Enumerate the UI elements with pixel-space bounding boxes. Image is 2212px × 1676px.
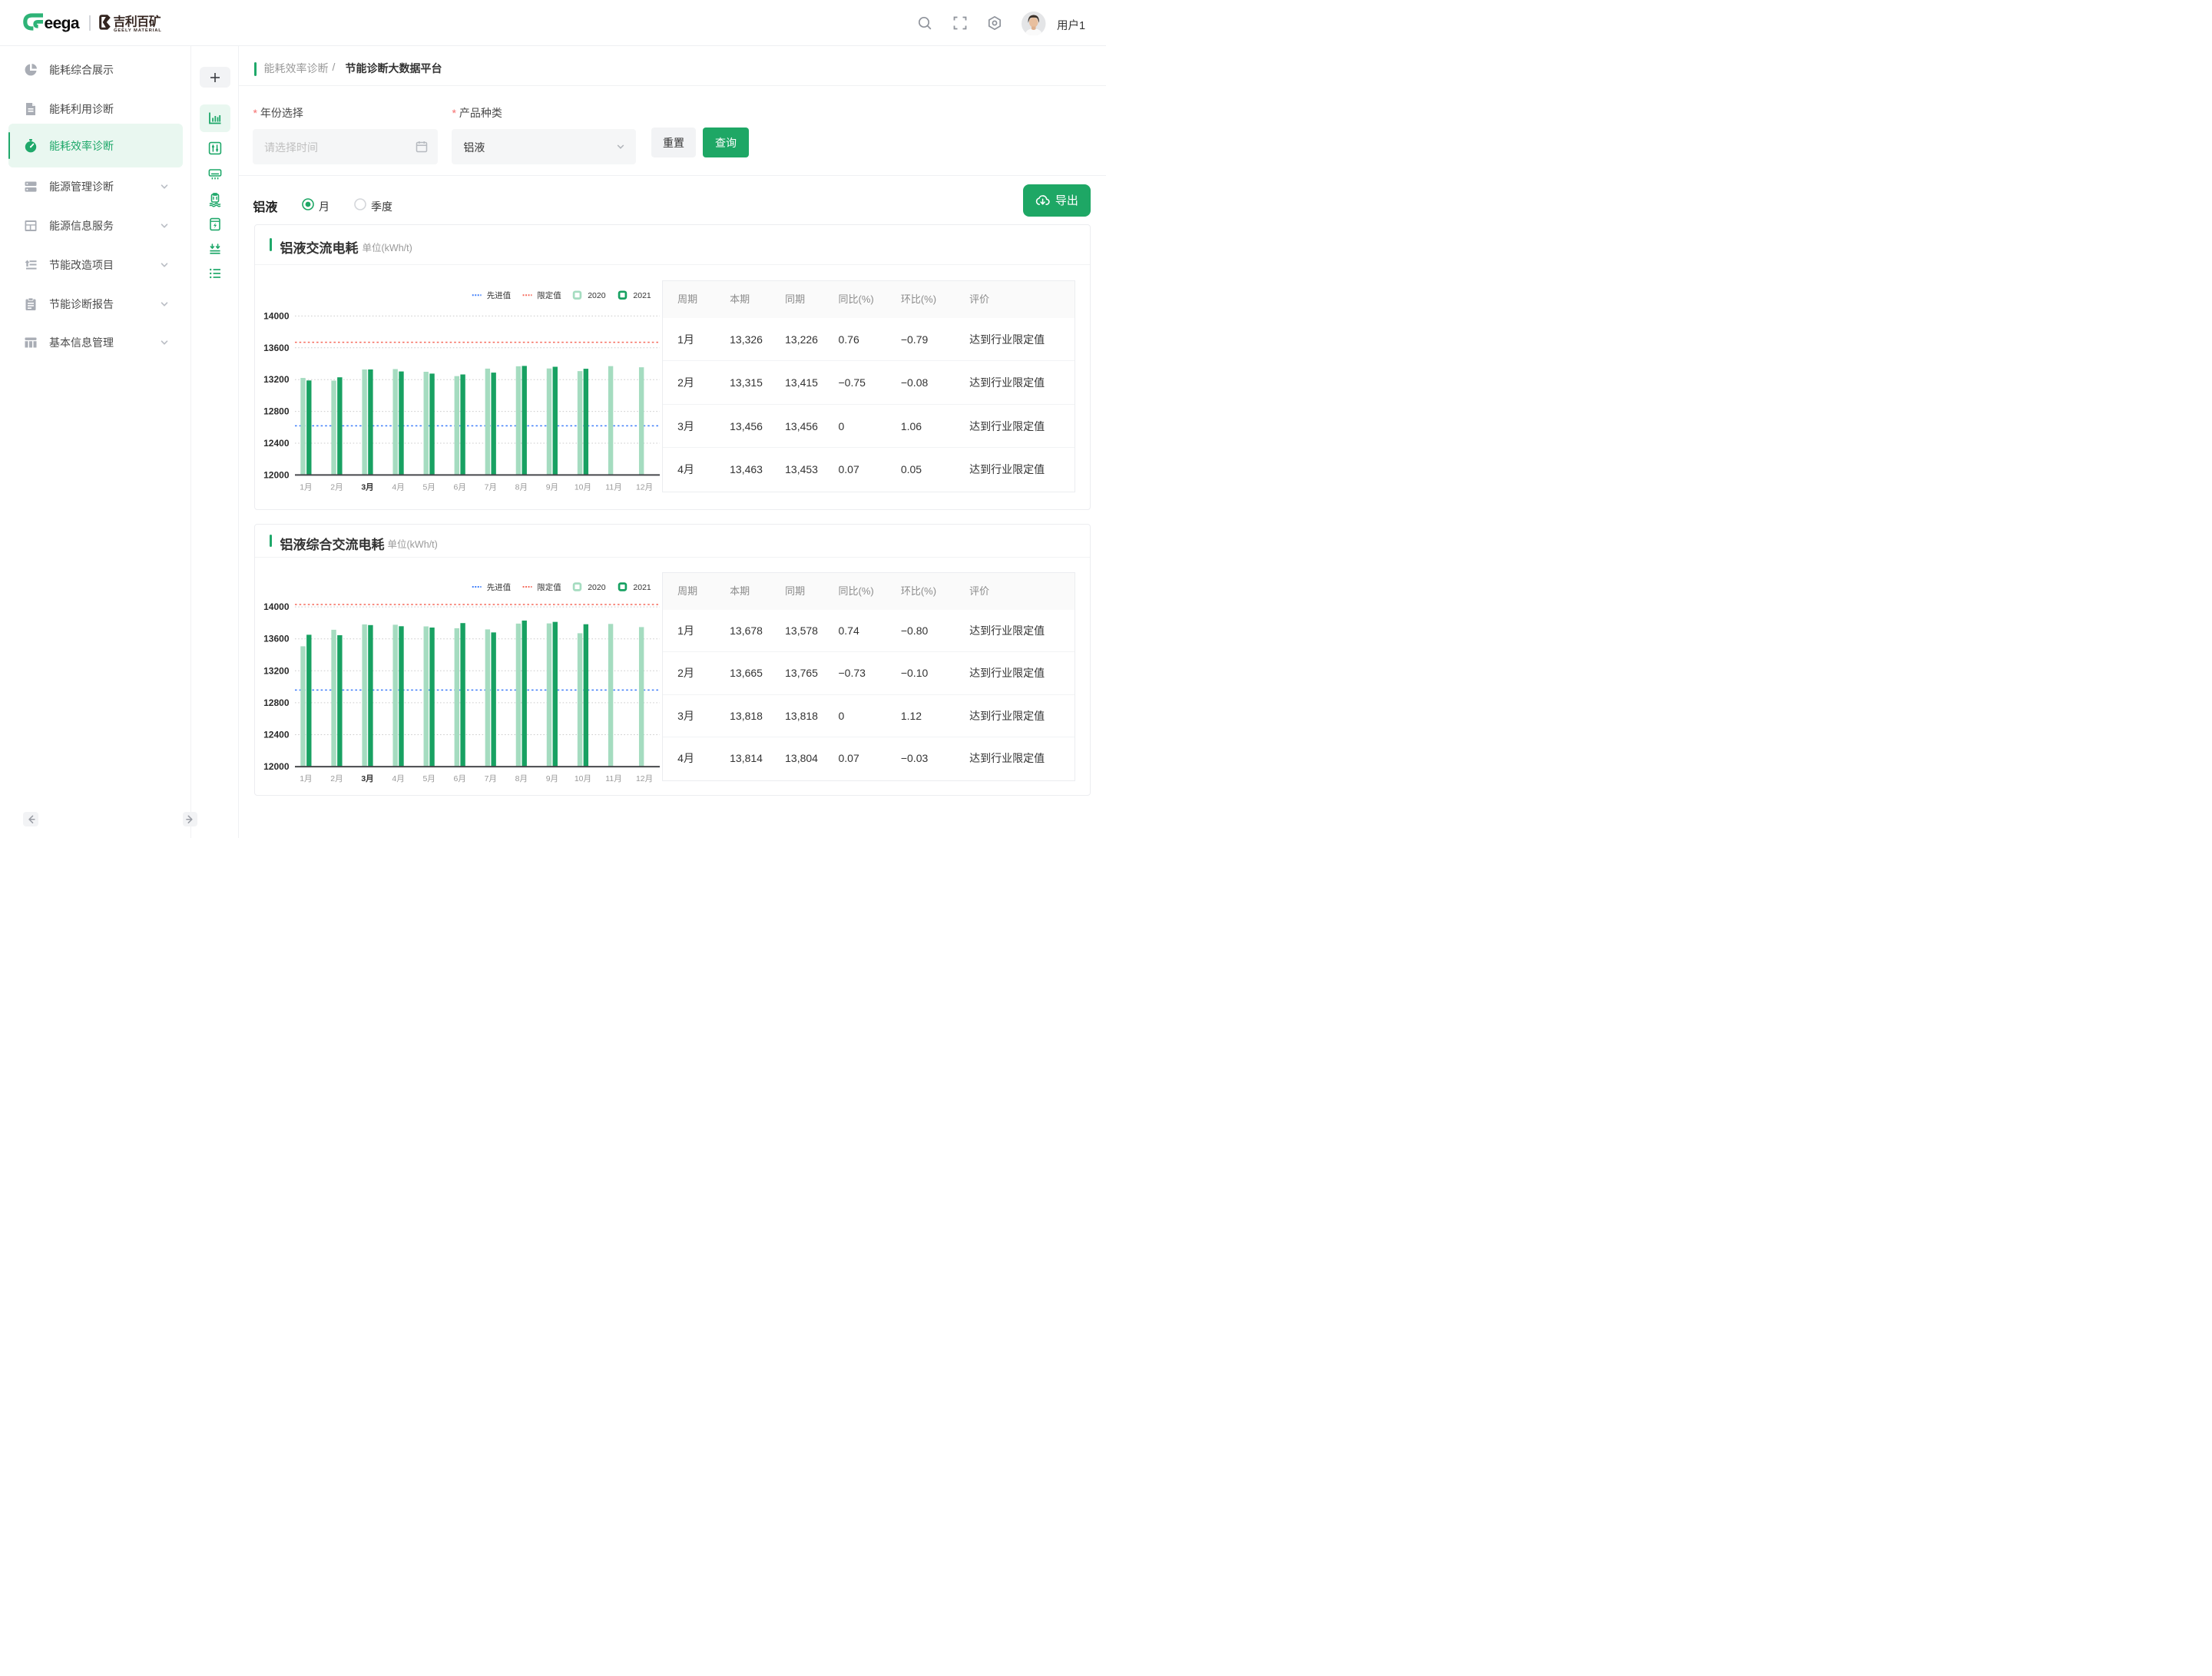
svg-text:2月: 2月	[330, 483, 343, 492]
svg-text:4月: 4月	[392, 774, 404, 783]
svg-text:9月: 9月	[545, 774, 558, 783]
svg-text:限定值: 限定值	[537, 290, 561, 300]
svg-text:12800: 12800	[263, 406, 290, 417]
svg-text:2020: 2020	[588, 583, 606, 592]
svg-text:6月: 6月	[453, 483, 465, 492]
svg-text:13600: 13600	[263, 343, 290, 353]
svg-text:1月: 1月	[300, 483, 312, 492]
svg-text:12月: 12月	[635, 483, 652, 492]
svg-text:5月: 5月	[422, 483, 435, 492]
svg-text:12000: 12000	[263, 469, 290, 480]
svg-text:12400: 12400	[263, 438, 290, 449]
svg-text:8月: 8月	[515, 774, 527, 783]
svg-text:10月: 10月	[574, 774, 591, 783]
svg-text:先进值: 先进值	[486, 582, 511, 592]
svg-text:2021: 2021	[633, 291, 651, 300]
svg-text:3月: 3月	[361, 774, 373, 783]
svg-text:6月: 6月	[453, 774, 465, 783]
svg-text:2021: 2021	[633, 583, 651, 592]
svg-text:9月: 9月	[545, 483, 558, 492]
svg-text:11月: 11月	[605, 483, 621, 492]
svg-text:12月: 12月	[635, 774, 652, 783]
svg-text:吉利百矿: 吉利百矿	[114, 15, 161, 29]
svg-text:11月: 11月	[605, 774, 621, 783]
svg-text:2020: 2020	[588, 291, 606, 300]
svg-text:eega: eega	[45, 14, 80, 31]
svg-text:14000: 14000	[263, 601, 290, 612]
svg-text:12400: 12400	[263, 729, 290, 740]
svg-text:12800: 12800	[263, 697, 290, 708]
svg-text:3月: 3月	[361, 483, 373, 492]
svg-text:10月: 10月	[574, 483, 591, 492]
svg-text:14000: 14000	[263, 310, 290, 321]
svg-text:1月: 1月	[300, 774, 312, 783]
svg-text:先进值: 先进值	[486, 290, 511, 300]
svg-text:13200: 13200	[263, 374, 290, 385]
svg-text:5月: 5月	[422, 774, 435, 783]
svg-text:13200: 13200	[263, 665, 290, 676]
svg-text:7月: 7月	[484, 483, 496, 492]
svg-text:2月: 2月	[330, 774, 343, 783]
svg-text:8月: 8月	[515, 483, 527, 492]
svg-text:13600: 13600	[263, 634, 290, 644]
svg-text:7月: 7月	[484, 774, 496, 783]
svg-text:GEELY MATERIAL: GEELY MATERIAL	[114, 28, 162, 32]
svg-text:4月: 4月	[392, 483, 404, 492]
svg-text:12000: 12000	[263, 761, 290, 772]
svg-text:限定值: 限定值	[537, 582, 561, 592]
